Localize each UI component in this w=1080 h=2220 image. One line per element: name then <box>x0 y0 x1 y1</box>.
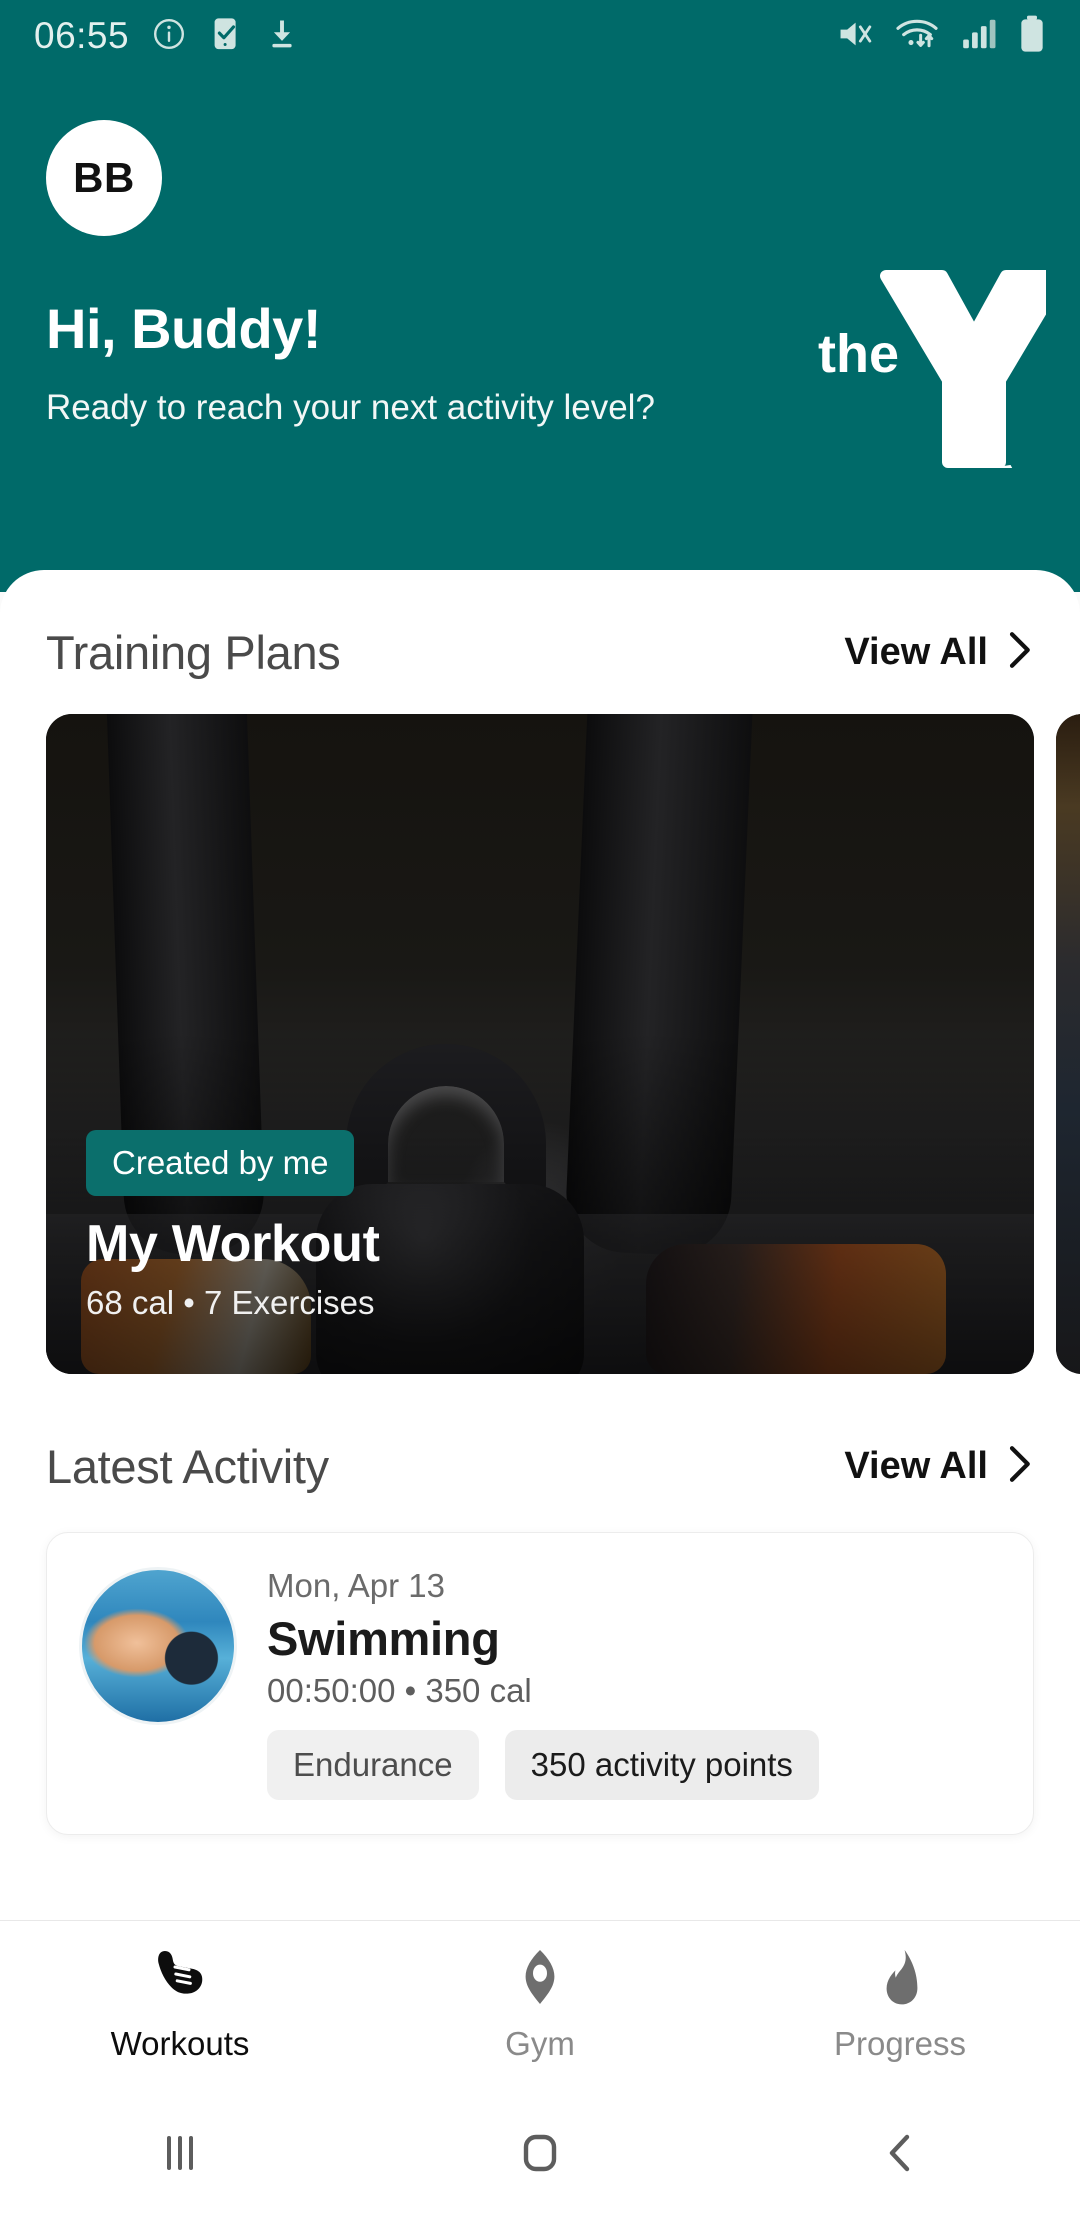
home-button[interactable] <box>360 2126 720 2185</box>
training-plans-view-all-button[interactable]: View All <box>844 629 1034 676</box>
tab-label: Gym <box>505 2025 575 2062</box>
ymca-logo: the YMCA ® <box>816 268 1068 486</box>
section-title-training-plans: Training Plans <box>46 625 341 679</box>
recents-button[interactable] <box>0 2126 360 2185</box>
app-header: 06:55 BB Hi, Buddy! Ready to reach your … <box>0 0 1080 592</box>
volume-muted-icon <box>834 15 874 58</box>
tab-workouts[interactable]: Workouts <box>0 1948 360 2063</box>
back-button[interactable] <box>720 2126 1080 2185</box>
info-icon <box>151 16 187 57</box>
back-icon <box>873 2126 927 2185</box>
swimmer-photo <box>79 1567 237 1725</box>
status-bar: 06:55 <box>0 0 1080 72</box>
activity-name: Swimming <box>267 1612 500 1665</box>
status-time: 06:55 <box>34 15 130 56</box>
activity-date: Mon, Apr 13 <box>267 1567 445 1604</box>
card-title: My Workout <box>86 1215 380 1273</box>
system-navigation-bar <box>0 2090 1080 2220</box>
view-all-label: View All <box>844 1444 988 1487</box>
battery-icon <box>1018 14 1046 59</box>
location-pin-icon <box>510 1948 570 2011</box>
latest-activity-section: Latest Activity View All Mon, Apr 13 Swi… <box>0 1418 1080 1835</box>
chip-points: 350 activity points <box>504 1730 819 1800</box>
svg-text:the: the <box>818 324 899 384</box>
card-overlay: Created by me My Workout 68 cal • 7 Exer… <box>86 1130 994 1322</box>
home-icon <box>513 2126 567 2185</box>
avatar[interactable]: BB <box>46 120 162 236</box>
list-item[interactable]: Mon, Apr 13 Swimming 00:50:00 • 350 cal … <box>46 1532 1034 1835</box>
view-all-label: View All <box>844 630 988 673</box>
training-plan-card[interactable]: Created by me My Workout 68 cal • 7 Exer… <box>46 714 1034 1374</box>
card-meta: 68 cal • 7 Exercises <box>86 1284 375 1321</box>
latest-activity-header: Latest Activity View All <box>0 1418 1080 1514</box>
tab-label: Progress <box>833 2025 967 2062</box>
download-icon <box>265 16 299 57</box>
chevron-right-icon <box>1004 1443 1034 1490</box>
training-plans-carousel[interactable]: Created by me My Workout 68 cal • 7 Exer… <box>0 714 1080 1374</box>
chevron-right-icon <box>1004 629 1034 676</box>
phone-check-icon <box>209 16 243 57</box>
flame-icon <box>871 1948 929 2011</box>
avatar-initials: BB <box>73 154 135 201</box>
chip-category: Endurance <box>267 1730 479 1800</box>
section-title-latest-activity: Latest Activity <box>46 1439 329 1493</box>
training-plans-header: Training Plans View All <box>0 604 1080 700</box>
app-screen: 06:55 BB Hi, Buddy! Ready to reach your … <box>0 0 1080 2220</box>
bottom-navigation: Workouts Gym Progress <box>0 1920 1080 2090</box>
svg-text:®: ® <box>1030 277 1043 296</box>
card-photo-next <box>1056 714 1080 1374</box>
training-plan-card-next[interactable] <box>1056 714 1080 1374</box>
signal-icon <box>960 15 998 58</box>
tab-label: Workouts <box>110 2025 250 2062</box>
latest-activity-view-all-button[interactable]: View All <box>844 1443 1034 1490</box>
greeting-subtitle: Ready to reach your next activity level? <box>46 387 655 427</box>
wifi-icon <box>894 15 940 58</box>
training-plan-card-list: Created by me My Workout 68 cal • 7 Exer… <box>46 714 1080 1374</box>
status-bar-left: 06:55 <box>34 15 299 57</box>
activity-meta: 00:50:00 • 350 cal <box>267 1672 532 1709</box>
status-badge: Created by me <box>86 1130 355 1196</box>
activity-chips: Endurance 350 activity points <box>267 1730 1001 1800</box>
status-bar-right <box>834 14 1046 59</box>
content-sheet: Training Plans View All Created by me My… <box>0 570 1080 1940</box>
recents-icon <box>153 2126 207 2185</box>
tab-gym[interactable]: Gym <box>360 1948 720 2063</box>
shoe-icon <box>148 1948 212 2011</box>
page-title: Hi, Buddy! <box>46 297 321 360</box>
greeting-block: Hi, Buddy! Ready to reach your next acti… <box>46 297 706 431</box>
activity-details: Mon, Apr 13 Swimming 00:50:00 • 350 cal … <box>267 1567 1001 1800</box>
tab-progress[interactable]: Progress <box>720 1948 1080 2063</box>
